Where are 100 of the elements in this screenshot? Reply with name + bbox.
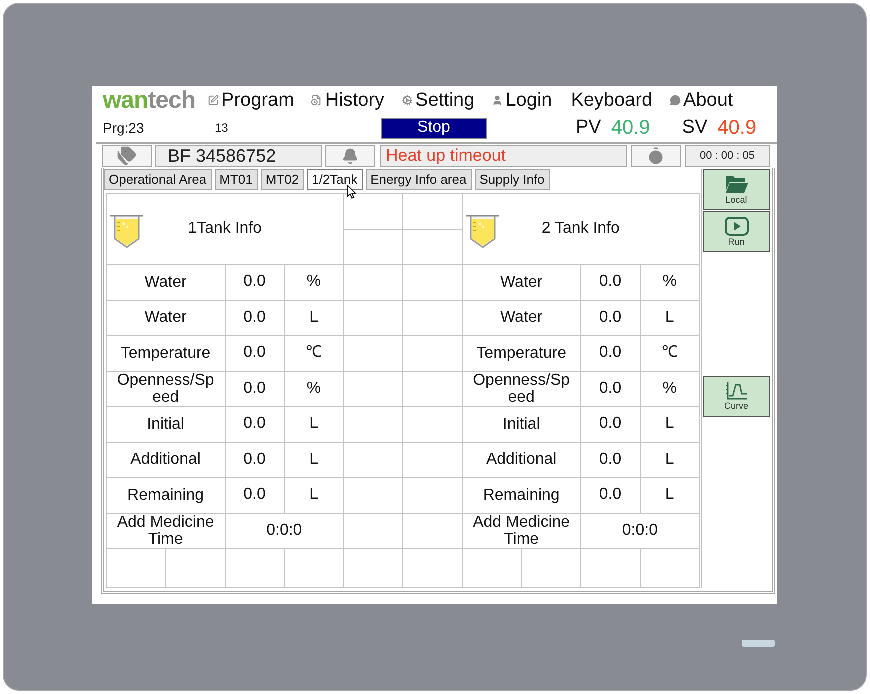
tab[interactable]: Operational Area bbox=[104, 169, 212, 190]
stopwatch-button[interactable] bbox=[631, 145, 681, 167]
tank-title: 1Tank Info bbox=[188, 219, 262, 239]
tab[interactable]: Energy Info area bbox=[366, 169, 472, 190]
led-icon bbox=[742, 640, 775, 647]
empty-table-cell bbox=[344, 514, 404, 549]
menu-button[interactable]: Setting bbox=[402, 91, 475, 110]
table-cell: 0.0 bbox=[581, 265, 641, 300]
cursor-icon bbox=[347, 185, 357, 199]
empty-table-cell bbox=[403, 407, 463, 442]
table-cell: 0.0 bbox=[226, 336, 285, 372]
brand-logo: wantech bbox=[103, 88, 196, 112]
table-cell: Openness/Speed bbox=[462, 372, 582, 407]
table-cell: Initial bbox=[107, 407, 226, 442]
menu-button[interactable]: Program bbox=[208, 91, 294, 110]
table-cell: Add Medicine Time bbox=[462, 514, 582, 549]
table-cell: Temperature bbox=[107, 336, 226, 372]
table-cell: 0.0 bbox=[226, 372, 285, 407]
empty-table-cell bbox=[344, 265, 404, 300]
empty-table-cell bbox=[403, 372, 463, 407]
table-cell: L bbox=[284, 407, 344, 442]
table-cell: 0.0 bbox=[226, 265, 285, 300]
empty-table-cell bbox=[403, 549, 463, 588]
empty-table-cell bbox=[403, 478, 463, 514]
table-cell: Water bbox=[462, 300, 582, 336]
empty-table-cell bbox=[166, 549, 226, 588]
table-cell: Add Medicine Time bbox=[107, 514, 226, 549]
empty-table-cell bbox=[344, 442, 404, 478]
tab[interactable]: 1/2Tank bbox=[307, 169, 363, 190]
table-cell: L bbox=[284, 442, 344, 478]
table-cell: Water bbox=[107, 265, 226, 300]
table-cell: 0.0 bbox=[226, 442, 285, 478]
alarm-button[interactable] bbox=[325, 145, 375, 167]
tag-button[interactable] bbox=[102, 145, 152, 167]
menu-button[interactable]: Login bbox=[492, 91, 552, 110]
table-cell: L bbox=[284, 300, 344, 336]
batch-field: BF 34586752 bbox=[155, 145, 322, 167]
table-cell: 0.0 bbox=[226, 300, 285, 336]
empty-table-cell bbox=[581, 549, 641, 588]
sidebar-button[interactable]: Run bbox=[703, 211, 770, 252]
tank-title: 2 Tank Info bbox=[542, 219, 620, 239]
step-number: 13 bbox=[215, 120, 230, 137]
table-cell: Initial bbox=[462, 407, 582, 442]
menu-button[interactable]: About bbox=[670, 91, 734, 110]
table-cell: L bbox=[640, 407, 700, 442]
table-cell: Additional bbox=[107, 442, 226, 478]
tank-icon bbox=[110, 213, 144, 249]
table-cell: Openness/Speed bbox=[107, 372, 226, 407]
empty-table-cell bbox=[403, 514, 463, 549]
table-cell: L bbox=[640, 442, 700, 478]
table-cell: ℃ bbox=[640, 336, 700, 372]
table-cell: 0:0:0 bbox=[226, 514, 344, 549]
empty-table-cell bbox=[344, 372, 404, 407]
menu-button[interactable]: History bbox=[311, 91, 385, 110]
table-cell: Temperature bbox=[462, 336, 582, 372]
sv-value: 40.9 bbox=[718, 116, 757, 141]
empty-table-cell bbox=[344, 300, 404, 336]
table-cell: % bbox=[640, 265, 700, 300]
sidebar-button[interactable]: Curve bbox=[703, 376, 770, 417]
table-cell: 0.0 bbox=[581, 300, 641, 336]
pv-label: PV bbox=[576, 116, 602, 140]
table-cell: % bbox=[284, 372, 344, 407]
table-cell: Remaining bbox=[462, 478, 582, 514]
empty-table-cell bbox=[344, 407, 404, 442]
edit-icon bbox=[208, 95, 219, 106]
empty-table-cell bbox=[403, 336, 463, 372]
table-cell: Water bbox=[462, 265, 582, 300]
bell-icon bbox=[342, 148, 358, 164]
settings-icon bbox=[402, 95, 413, 106]
tab[interactable]: MT02 bbox=[260, 169, 304, 190]
table-cell: 0:0:0 bbox=[581, 514, 700, 549]
table-cell: Additional bbox=[462, 442, 582, 478]
table-cell: ℃ bbox=[284, 336, 344, 372]
table-cell: 0.0 bbox=[581, 336, 641, 372]
table-cell: % bbox=[284, 265, 344, 300]
empty-table-cell bbox=[284, 549, 344, 588]
sv-label: SV bbox=[682, 116, 708, 140]
timer-field: 00 : 00 : 05 bbox=[685, 145, 770, 167]
table-cell: Water bbox=[107, 300, 226, 336]
empty-table-cell bbox=[344, 549, 404, 588]
tank-icon bbox=[466, 213, 500, 249]
play-icon bbox=[724, 216, 748, 236]
alarm-field: Heat up timeout bbox=[380, 145, 627, 167]
speech-bubble-icon bbox=[670, 95, 681, 106]
tags-icon bbox=[117, 146, 137, 166]
table-cell: 0.0 bbox=[226, 478, 285, 514]
table-cell: L bbox=[640, 300, 700, 336]
table-cell: 0.0 bbox=[581, 478, 641, 514]
table-cell: Remaining bbox=[107, 478, 226, 514]
empty-table-cell bbox=[403, 265, 463, 300]
table-cell: L bbox=[640, 478, 700, 514]
sidebar-button[interactable]: Local bbox=[703, 169, 770, 210]
run-state-button[interactable]: Stop bbox=[381, 118, 487, 138]
empty-table-cell bbox=[403, 442, 463, 478]
table-cell: 0.0 bbox=[581, 442, 641, 478]
tab[interactable]: MT01 bbox=[214, 169, 258, 190]
menu-button[interactable]: Keyboard bbox=[571, 91, 653, 110]
pv-value: 40.9 bbox=[611, 116, 650, 141]
program-number: Prg:23 bbox=[103, 118, 146, 138]
tab[interactable]: Supply Info bbox=[474, 169, 550, 190]
